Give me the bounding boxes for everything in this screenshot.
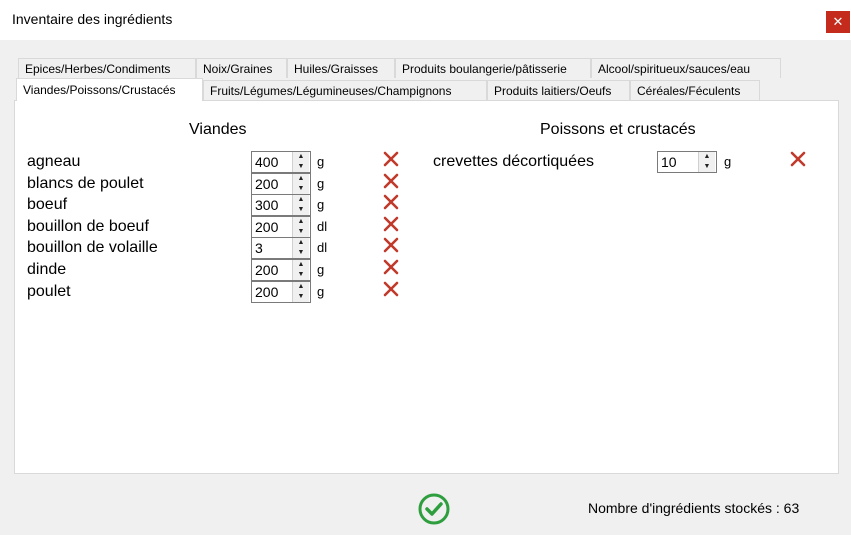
stepper-buttons: ▲ ▼ (292, 282, 310, 302)
quantity-value[interactable]: 200 (255, 176, 278, 192)
quantity-value[interactable]: 200 (255, 284, 278, 300)
delete-button[interactable] (383, 151, 399, 167)
tab-cereales[interactable]: Céréales/Féculents (630, 80, 760, 100)
stepper-buttons: ▲ ▼ (292, 152, 310, 172)
viandes-item-label: bouillon de volaille (27, 239, 158, 256)
close-x-icon (383, 216, 399, 232)
unit-label: g (317, 176, 325, 191)
close-button[interactable]: ✕ (826, 11, 850, 33)
quantity-value[interactable]: 400 (255, 154, 278, 170)
quantity-stepper[interactable]: 3 ▲ ▼ (251, 237, 311, 259)
window-title: Inventaire des ingrédients (12, 11, 173, 27)
poissons-item-label: crevettes décortiquées (433, 153, 594, 170)
stepper-buttons: ▲ ▼ (292, 174, 310, 194)
quantity-stepper[interactable]: 400 ▲ ▼ (251, 151, 311, 173)
tab-noix[interactable]: Noix/Graines (196, 58, 287, 78)
close-x-icon (383, 173, 399, 189)
delete-button[interactable] (383, 237, 399, 253)
viandes-item-label: poulet (27, 283, 71, 300)
quantity-value[interactable]: 300 (255, 197, 278, 213)
ok-button[interactable] (417, 492, 451, 526)
stepper-buttons: ▲ ▼ (698, 152, 716, 172)
unit-label: g (317, 154, 325, 169)
delete-button[interactable] (383, 173, 399, 189)
delete-button[interactable] (383, 194, 399, 210)
decrement-arrow-icon[interactable]: ▼ (293, 205, 309, 215)
quantity-value[interactable]: 200 (255, 262, 278, 278)
quantity-stepper[interactable]: 200 ▲ ▼ (251, 259, 311, 281)
stepper-buttons: ▲ ▼ (292, 217, 310, 237)
viandes-item-label: boeuf (27, 196, 68, 213)
poissons-title: Poissons et crustacés (540, 121, 696, 138)
check-circle-icon (418, 493, 450, 525)
decrement-arrow-icon[interactable]: ▼ (293, 227, 309, 237)
tab-huiles[interactable]: Huiles/Graisses (287, 58, 395, 78)
quantity-stepper[interactable]: 10 ▲ ▼ (657, 151, 717, 173)
unit-label: dl (317, 240, 328, 255)
unit-label: g (317, 262, 325, 277)
stepper-buttons: ▲ ▼ (292, 260, 310, 280)
tab-fruits[interactable]: Fruits/Légumes/Légumineuses/Champignons (203, 80, 487, 100)
stepper-buttons: ▲ ▼ (292, 195, 310, 215)
stepper-buttons: ▲ ▼ (292, 238, 310, 258)
decrement-arrow-icon[interactable]: ▼ (293, 270, 309, 280)
delete-button[interactable] (790, 151, 806, 167)
quantity-value[interactable]: 10 (661, 154, 677, 170)
quantity-stepper[interactable]: 300 ▲ ▼ (251, 194, 311, 216)
ingredient-count: Nombre d'ingrédients stockés : 63 (588, 500, 800, 516)
unit-label: g (317, 197, 325, 212)
quantity-stepper[interactable]: 200 ▲ ▼ (251, 216, 311, 238)
quantity-value[interactable]: 3 (255, 240, 263, 256)
viandes-item-label: agneau (27, 153, 81, 170)
unit-label: dl (317, 219, 328, 234)
delete-button[interactable] (383, 281, 399, 297)
tab-boulangerie[interactable]: Produits boulangerie/pâtisserie (395, 58, 591, 78)
close-x-icon (383, 194, 399, 210)
tab-laitiers[interactable]: Produits laitiers/Oeufs (487, 80, 630, 100)
title-bar: Inventaire des ingrédients ✕ (0, 0, 851, 40)
viandes-item-label: dinde (27, 261, 67, 278)
close-x-icon (383, 151, 399, 167)
tab-alcool[interactable]: Alcool/spiritueux/sauces/eau (591, 58, 781, 78)
tab-epices[interactable]: Epices/Herbes/Condiments (18, 58, 196, 78)
close-x-icon (790, 151, 806, 167)
unit-label: g (724, 154, 732, 169)
viandes-item-label: bouillon de boeuf (27, 218, 149, 235)
quantity-value[interactable]: 200 (255, 219, 278, 235)
decrement-arrow-icon[interactable]: ▼ (293, 184, 309, 194)
quantity-stepper[interactable]: 200 ▲ ▼ (251, 281, 311, 303)
delete-button[interactable] (383, 259, 399, 275)
decrement-arrow-icon[interactable]: ▼ (293, 162, 309, 172)
quantity-stepper[interactable]: 200 ▲ ▼ (251, 173, 311, 195)
close-x-icon (383, 281, 399, 297)
viandes-item-label: blancs de poulet (27, 175, 144, 192)
viandes-title: Viandes (189, 121, 247, 138)
decrement-arrow-icon[interactable]: ▼ (699, 162, 715, 172)
tab-viandes[interactable]: Viandes/Poissons/Crustacés (16, 78, 203, 101)
close-x-icon (383, 237, 399, 253)
decrement-arrow-icon[interactable]: ▼ (293, 292, 309, 302)
delete-button[interactable] (383, 216, 399, 232)
unit-label: g (317, 284, 325, 299)
close-x-icon (383, 259, 399, 275)
decrement-arrow-icon[interactable]: ▼ (293, 248, 309, 258)
